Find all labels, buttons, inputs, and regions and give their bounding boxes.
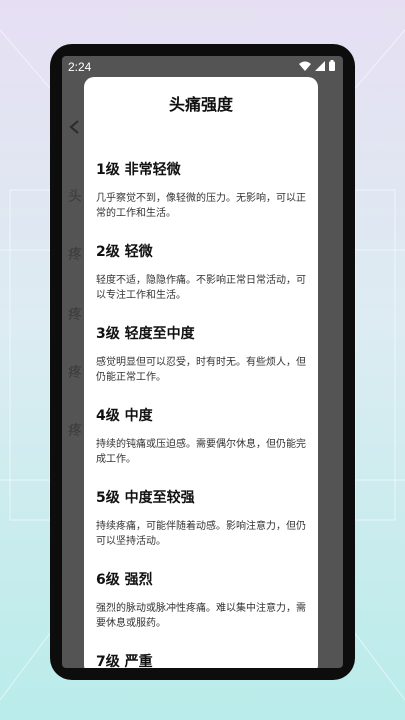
- dialog-title: 头痛强度: [168, 95, 233, 114]
- level-item[interactable]: 4级 中度 持续的钝痛或压迫感。需要偶尔休息，但仍能完成工作。: [96, 405, 308, 467]
- level-item[interactable]: 3级 轻度至中度 感觉明显但可以忍受，时有时无。有些烦人，但仍能正常工作。: [96, 323, 308, 385]
- level-title: 7级 严重: [96, 654, 153, 668]
- level-item[interactable]: 1级 非常轻微 几乎察觉不到，像轻微的压力。无影响，可以正常的工作和生活。: [96, 159, 308, 221]
- level-list[interactable]: 1级 非常轻微 几乎察觉不到，像轻微的压力。无影响，可以正常的工作和生活。 2级…: [96, 159, 308, 668]
- intensity-dialog[interactable]: 头痛强度 1级 非常轻微 几乎察觉不到，像轻微的压力。无影响，可以正常的工作和生…: [84, 77, 318, 668]
- signal-icon: [315, 60, 325, 71]
- level-title: 2级 轻微: [96, 244, 153, 260]
- level-description: 强烈的脉动或脉冲性疼痛。难以集中注意力，需要休息或服药。: [96, 603, 306, 629]
- level-title: 6级 强烈: [96, 572, 153, 588]
- background-row: 疼: [68, 423, 82, 439]
- background-row: 疼: [68, 247, 82, 263]
- screen: 2:24 头 疼 疼 疼 疼 头痛强度 1级 非常轻微 几乎察觉不到，像轻微的压…: [62, 56, 343, 668]
- level-item[interactable]: 6级 强烈 强烈的脉动或脉冲性疼痛。难以集中注意力，需要休息或服药。: [96, 569, 308, 631]
- level-description: 几乎察觉不到，像轻微的压力。无影响，可以正常的工作和生活。: [96, 193, 306, 219]
- level-title: 3级 轻度至中度: [96, 326, 195, 342]
- background-row: 头: [68, 189, 82, 205]
- level-item[interactable]: 2级 轻微 轻度不适，隐隐作痛。不影响正常日常活动，可以专注工作和生活。: [96, 241, 308, 303]
- status-time: 2:24: [68, 60, 92, 74]
- level-description: 持续的钝痛或压迫感。需要偶尔休息，但仍能完成工作。: [96, 439, 306, 465]
- battery-icon: [329, 60, 335, 71]
- level-item[interactable]: 7级 严重: [96, 651, 308, 668]
- level-description: 持续疼痛，可能伴随着动感。影响注意力，但仍可以坚持活动。: [96, 521, 306, 547]
- back-arrow-icon[interactable]: [68, 120, 82, 134]
- level-title: 4级 中度: [96, 408, 153, 424]
- level-item[interactable]: 5级 中度至较强 持续疼痛，可能伴随着动感。影响注意力，但仍可以坚持活动。: [96, 487, 308, 549]
- background-row: 疼: [68, 307, 82, 323]
- level-title: 5级 中度至较强: [96, 490, 195, 506]
- background-row: 疼: [68, 365, 82, 381]
- level-title: 1级 非常轻微: [96, 162, 181, 178]
- level-description: 轻度不适，隐隐作痛。不影响正常日常活动，可以专注工作和生活。: [96, 275, 306, 301]
- wifi-icon: [299, 61, 311, 71]
- level-description: 感觉明显但可以忍受，时有时无。有些烦人，但仍能正常工作。: [96, 357, 306, 383]
- status-bar: 2:24: [62, 56, 343, 78]
- phone-frame: 2:24 头 疼 疼 疼 疼 头痛强度 1级 非常轻微 几乎察觉不到，像轻微的压…: [50, 44, 355, 680]
